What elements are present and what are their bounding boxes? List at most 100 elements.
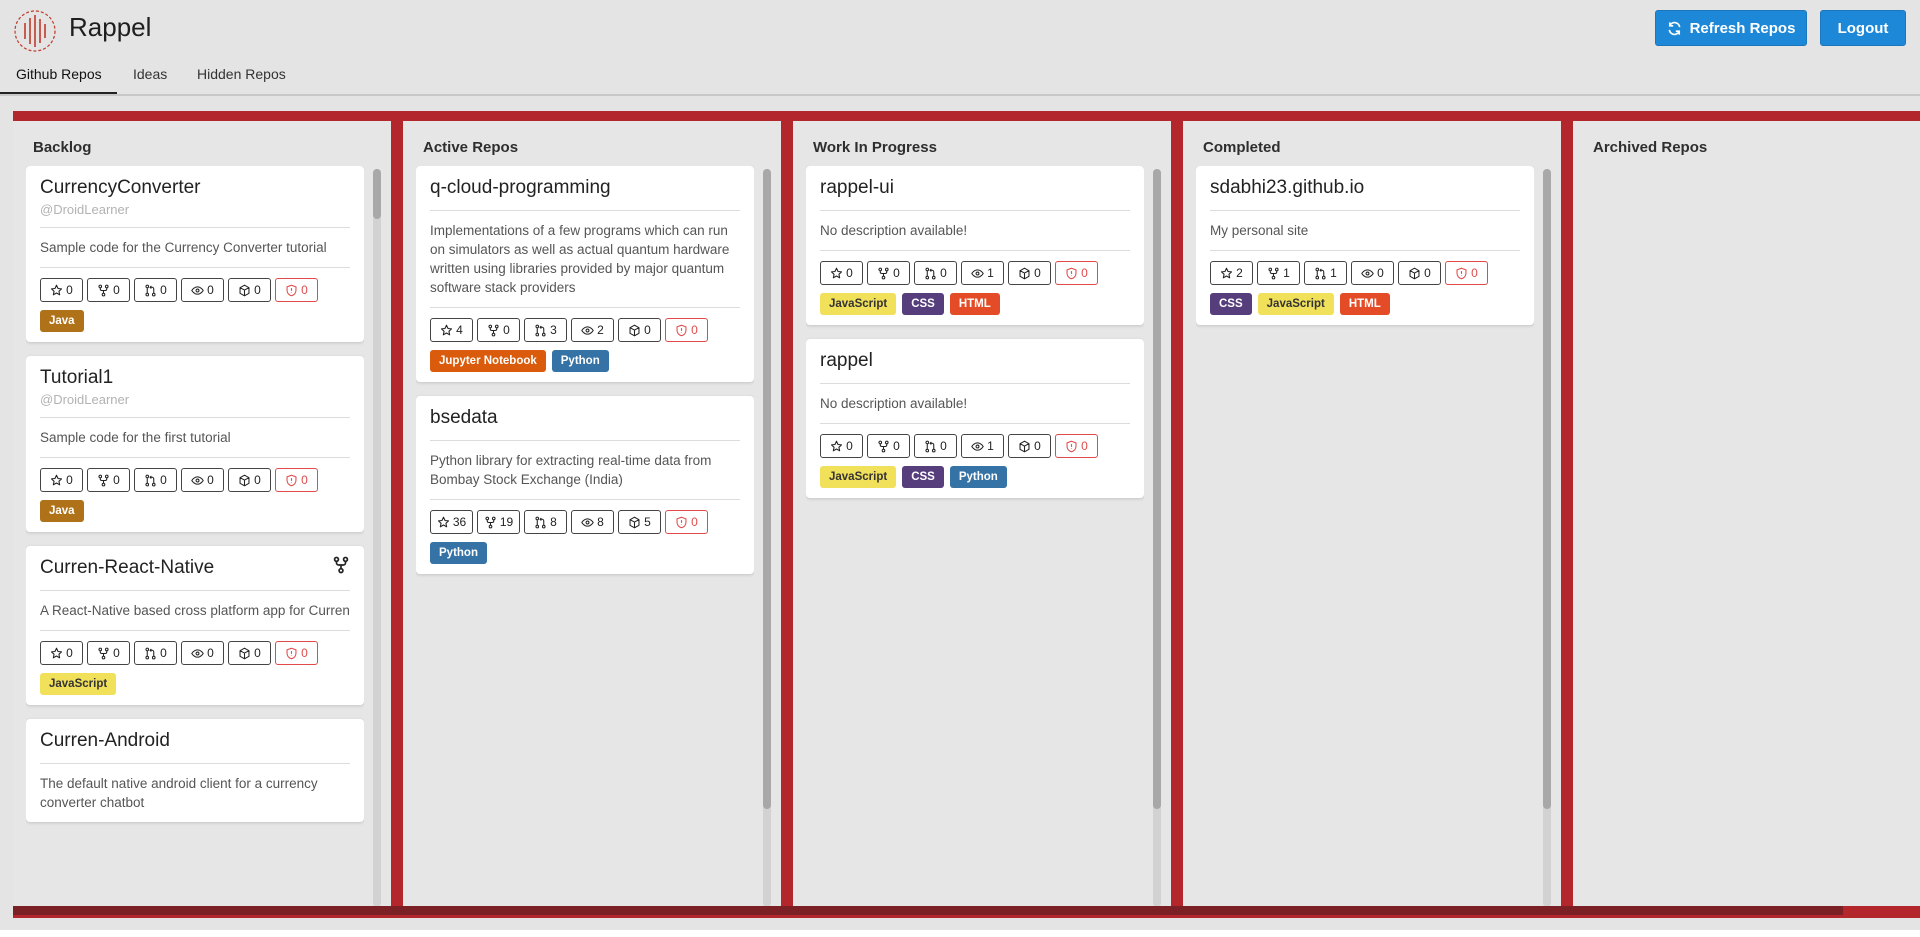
package-icon: [1018, 440, 1031, 453]
stat-value: 0: [66, 473, 73, 487]
pull-request-icon: [144, 284, 157, 297]
stat-value: 0: [160, 646, 167, 660]
board-scrollbar-thumb[interactable]: [1843, 906, 1920, 915]
package-icon: [1408, 267, 1421, 280]
stat-packages: 0: [618, 318, 661, 342]
repo-card[interactable]: q-cloud-programming Implementations of a …: [416, 166, 754, 382]
repo-card[interactable]: Curren-React-Native A React-Native based …: [26, 546, 364, 705]
repo-name[interactable]: q-cloud-programming: [430, 176, 740, 200]
stat-stars: 0: [820, 434, 863, 458]
language-badge: Python: [949, 466, 1007, 488]
shield-alert-icon: [1065, 440, 1078, 453]
package-icon: [1018, 267, 1031, 280]
repo-name[interactable]: Curren-React-Native: [40, 556, 350, 580]
language-badge: Java: [40, 500, 84, 522]
card-divider: [40, 590, 350, 591]
column-card-list: sdabhi23.github.io My personal site 2 1 1 0 0 0…: [1196, 166, 1534, 907]
tab-ideas[interactable]: Ideas: [133, 66, 167, 82]
language-badge: JavaScript: [820, 466, 897, 488]
stat-pulls: 0: [134, 641, 177, 665]
board-horizontal-scrollbar[interactable]: [13, 906, 1920, 915]
repo-name[interactable]: Curren-Android: [40, 729, 350, 753]
column-scrollbar[interactable]: [1153, 169, 1161, 907]
repo-card[interactable]: bsedata Python library for extracting rea…: [416, 396, 754, 574]
repo-name[interactable]: CurrencyConverter: [40, 176, 350, 200]
card-divider: [820, 210, 1130, 211]
column-active-repos: Active Repos q-cloud-programming Implement…: [403, 121, 781, 907]
stat-watchers: 0: [181, 641, 224, 665]
eye-icon: [191, 474, 204, 487]
card-divider: [40, 763, 350, 764]
stat-stars: 0: [40, 468, 83, 492]
column-scrollbar-thumb[interactable]: [1543, 169, 1551, 809]
shield-alert-icon: [675, 324, 688, 337]
repo-card[interactable]: rappel No description available! 0 0 0 1 0 0 Jav…: [806, 339, 1144, 498]
stat-value: 0: [893, 439, 900, 453]
stat-forks: 0: [87, 278, 130, 302]
stat-value: 0: [160, 283, 167, 297]
stat-packages: 0: [228, 278, 271, 302]
stat-stars: 0: [40, 278, 83, 302]
card-divider: [40, 457, 350, 458]
card-divider: [430, 499, 740, 500]
stat-value: 0: [207, 283, 214, 297]
repo-name[interactable]: bsedata: [430, 406, 740, 430]
stat-watchers: 0: [1351, 261, 1394, 285]
stat-value: 0: [1424, 266, 1431, 280]
card-divider: [40, 417, 350, 418]
repo-card[interactable]: Curren-Android The default native android…: [26, 719, 364, 822]
logout-button[interactable]: Logout: [1820, 10, 1906, 46]
repo-stats: 2 1 1 0 0 0: [1210, 261, 1520, 285]
column-backlog: Backlog CurrencyConverter @DroidLearner Sam…: [13, 121, 391, 907]
column-title: Backlog: [33, 139, 92, 156]
repo-description: No description available!: [820, 223, 968, 238]
stat-value: 2: [597, 323, 604, 337]
stat-forks: 19: [477, 510, 520, 534]
repo-name[interactable]: sdabhi23.github.io: [1210, 176, 1520, 200]
column-scrollbar[interactable]: [373, 169, 381, 907]
refresh-repos-label: Refresh Repos: [1689, 19, 1796, 37]
repo-card[interactable]: CurrencyConverter @DroidLearner Sample cod…: [26, 166, 364, 342]
stat-value: 0: [254, 283, 261, 297]
repo-name[interactable]: rappel-ui: [820, 176, 1130, 200]
column-scrollbar-thumb[interactable]: [1153, 169, 1161, 809]
column-scrollbar-thumb[interactable]: [763, 169, 771, 809]
repo-card[interactable]: Tutorial1 @DroidLearner Sample code for th…: [26, 356, 364, 532]
repo-description: My personal site: [1210, 223, 1309, 238]
repo-card[interactable]: sdabhi23.github.io My personal site 2 1 1 0 0 0…: [1196, 166, 1534, 325]
stat-value: 0: [1081, 266, 1088, 280]
stat-value: 1: [987, 439, 994, 453]
stat-stars: 2: [1210, 261, 1253, 285]
language-badge: JavaScript: [1257, 293, 1334, 315]
repo-card[interactable]: rappel-ui No description available! 0 0 0 1 0 0…: [806, 166, 1144, 325]
package-icon: [628, 324, 641, 337]
column-scrollbar-thumb[interactable]: [373, 169, 381, 219]
repo-name[interactable]: Tutorial1: [40, 366, 350, 390]
stat-value: 0: [113, 283, 120, 297]
fork-icon: [97, 284, 110, 297]
stat-forks: 1: [1257, 261, 1300, 285]
tab-hidden-repos[interactable]: Hidden Repos: [197, 66, 286, 82]
star-icon: [830, 440, 843, 453]
stat-value: 36: [452, 515, 467, 529]
card-divider: [40, 227, 350, 228]
language-badge: HTML: [1339, 293, 1390, 315]
tab-github-repos[interactable]: Github Repos: [16, 66, 102, 82]
stat-value: 0: [113, 646, 120, 660]
stat-value: 0: [846, 439, 853, 453]
column-title: Archived Repos: [1593, 139, 1708, 156]
refresh-repos-button[interactable]: Refresh Repos: [1655, 10, 1807, 46]
stat-value: 2: [1236, 266, 1243, 280]
fork-icon: [484, 516, 497, 529]
language-badge: JavaScript: [820, 293, 897, 315]
repo-owner: @DroidLearner: [40, 202, 130, 217]
column-scrollbar[interactable]: [763, 169, 771, 907]
repo-stats: 0 0 0 0 0 0: [40, 468, 350, 492]
column-title: Work In Progress: [813, 139, 937, 156]
stat-value: 8: [597, 515, 604, 529]
repo-name[interactable]: rappel: [820, 349, 1130, 373]
fork-icon: [97, 647, 110, 660]
stat-stars: 0: [40, 641, 83, 665]
column-scrollbar[interactable]: [1543, 169, 1551, 907]
stat-pulls: 0: [914, 434, 957, 458]
